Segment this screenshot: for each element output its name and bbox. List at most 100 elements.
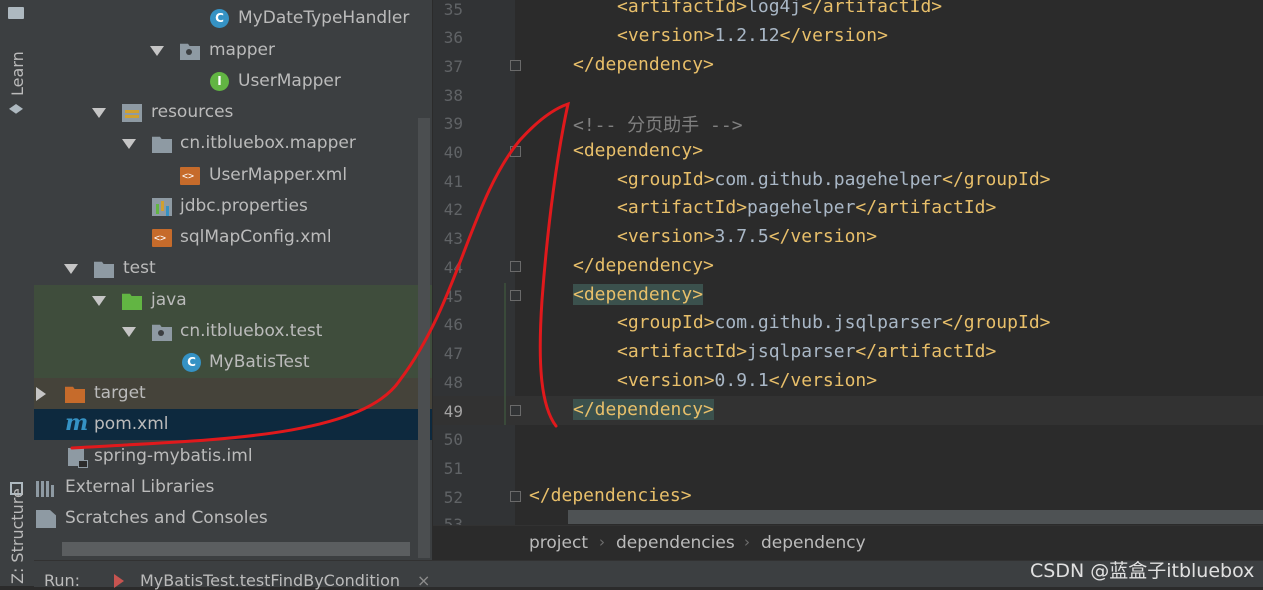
chevron-down-icon[interactable]	[150, 46, 164, 56]
breadcrumb-item[interactable]: dependency	[761, 533, 866, 553]
tree-item-label: MyDateTypeHandler	[238, 8, 410, 28]
test-class-icon: C	[182, 353, 201, 372]
tree-item-label: spring-mybatis.iml	[94, 446, 253, 466]
run-tab[interactable]: MyBatisTest.testFindByCondition	[140, 571, 400, 590]
line-number: 44	[443, 258, 463, 277]
breadcrumb-item[interactable]: project	[529, 533, 588, 553]
properties-file-icon	[152, 198, 172, 216]
line-number-current: 49	[443, 402, 463, 421]
chevron-down-icon[interactable]	[122, 327, 136, 337]
tree-item-label: test	[123, 258, 156, 278]
tree-horizontal-scrollbar[interactable]	[62, 542, 410, 556]
tree-item-label: cn.itbluebox.test	[180, 321, 323, 341]
chevron-right-icon[interactable]	[36, 387, 46, 401]
tree-item-label: External Libraries	[65, 477, 215, 497]
chevron-right-icon: ›	[599, 533, 605, 551]
code-line-42: <artifactId>pagehelper</artifactId>	[617, 197, 997, 218]
chevron-down-icon[interactable]	[92, 296, 106, 306]
tree-item-label: cn.itbluebox.mapper	[180, 133, 356, 153]
chevron-down-icon[interactable]	[92, 108, 106, 118]
line-number: 53	[443, 515, 463, 525]
editor-horizontal-scrollbar[interactable]	[568, 510, 1263, 524]
code-line-46: <groupId>com.github.jsqlparser</groupId>	[617, 312, 1051, 333]
tree-item-target[interactable]: target	[34, 378, 432, 409]
line-number: 46	[443, 315, 463, 334]
close-icon[interactable]: ×	[417, 571, 430, 590]
tree-item-label: jdbc.properties	[180, 196, 308, 216]
tree-item-scratches[interactable]: Scratches and Consoles	[34, 503, 432, 534]
tree-item-label: resources	[151, 102, 234, 122]
line-number: 51	[443, 459, 463, 478]
code-line-47: <artifactId>jsqlparser</artifactId>	[617, 341, 997, 362]
tree-item-mydatetypehandler[interactable]: C MyDateTypeHandler	[34, 3, 432, 34]
tree-item-mybatistest[interactable]: C MyBatisTest	[34, 347, 432, 378]
line-number: 40	[443, 143, 463, 162]
tree-item-spring-mybatis-iml[interactable]: spring-mybatis.iml	[34, 441, 432, 472]
code-line-41: <groupId>com.github.pagehelper</groupId>	[617, 169, 1051, 190]
fold-marker[interactable]	[510, 146, 521, 157]
line-number: 48	[443, 373, 463, 392]
line-number: 39	[443, 114, 463, 133]
chevron-right-icon: ›	[744, 533, 750, 551]
xml-file-icon	[152, 229, 172, 247]
line-number: 36	[443, 28, 463, 47]
libraries-icon	[36, 479, 56, 497]
learn-icon[interactable]	[9, 104, 23, 114]
chevron-down-icon[interactable]	[122, 139, 136, 149]
run-label: Run:	[44, 571, 81, 590]
tree-item-pom-xml[interactable]: m pom.xml	[34, 409, 432, 440]
line-number: 50	[443, 430, 463, 449]
code-line-52: </dependencies>	[529, 485, 692, 506]
tree-item-cn-itbluebox-mapper[interactable]: cn.itbluebox.mapper	[34, 128, 432, 159]
fold-marker[interactable]	[510, 60, 521, 71]
fold-marker[interactable]	[510, 290, 521, 301]
code-line-45: <dependency>	[573, 284, 704, 305]
structure-tool-tab[interactable]: Z: Structure	[8, 488, 27, 584]
folder-icon	[94, 261, 114, 278]
scratches-icon	[36, 510, 56, 528]
tree-item-mapper[interactable]: mapper	[34, 35, 432, 66]
tree-item-label: pom.xml	[94, 414, 169, 434]
learn-tool-tab[interactable]: Learn	[8, 51, 27, 96]
line-number: 42	[443, 200, 463, 219]
tree-item-label: sqlMapConfig.xml	[180, 227, 332, 247]
tree-vertical-scrollbar[interactable]	[418, 118, 430, 558]
tree-item-external-libraries[interactable]: External Libraries	[34, 472, 432, 503]
line-number: 38	[443, 86, 463, 105]
fold-marker[interactable]	[510, 261, 521, 272]
tree-item-usermapper-xml[interactable]: UserMapper.xml	[34, 160, 432, 191]
chevron-down-icon[interactable]	[64, 264, 78, 274]
code-line-37: </dependency>	[573, 54, 714, 75]
tree-item-label: MyBatisTest	[209, 352, 310, 372]
tree-item-usermapper[interactable]: I UserMapper	[34, 66, 432, 97]
watermark: CSDN @蓝盒子itbluebox	[1030, 560, 1255, 582]
test-source-folder-icon	[122, 293, 142, 310]
code-line-43: <version>3.7.5</version>	[617, 226, 878, 247]
excluded-folder-icon	[65, 386, 85, 403]
interface-icon: I	[210, 72, 229, 91]
project-folder-icon[interactable]	[8, 7, 24, 19]
code-line-36: <version>1.2.12</version>	[617, 25, 888, 46]
left-tool-strip: Learn Z: Structure	[0, 0, 35, 586]
line-number: 41	[443, 172, 463, 191]
tree-item-jdbc-properties[interactable]: jdbc.properties	[34, 191, 432, 222]
tree-item-label: mapper	[209, 40, 276, 60]
line-number: 47	[443, 344, 463, 363]
breadcrumb-item[interactable]: dependencies	[616, 533, 735, 553]
folder-icon	[152, 136, 172, 153]
code-line-35: <artifactId>log4j</artifactId>	[617, 0, 943, 17]
fold-marker[interactable]	[510, 405, 521, 416]
tree-item-java[interactable]: java	[34, 285, 432, 316]
code-line-44: </dependency>	[573, 255, 714, 276]
line-number: 37	[443, 57, 463, 76]
tree-item-test[interactable]: test	[34, 253, 432, 284]
tree-item-sqlmapconfig-xml[interactable]: sqlMapConfig.xml	[34, 222, 432, 253]
tree-item-resources[interactable]: resources	[34, 97, 432, 128]
line-number: 43	[443, 229, 463, 248]
code-line-40: <dependency>	[573, 140, 704, 161]
tree-item-label: UserMapper	[238, 71, 341, 91]
fold-marker[interactable]	[510, 491, 521, 502]
line-number: 35	[443, 0, 463, 19]
package-icon	[180, 43, 200, 60]
tree-item-cn-itbluebox-test[interactable]: cn.itbluebox.test	[34, 316, 432, 347]
